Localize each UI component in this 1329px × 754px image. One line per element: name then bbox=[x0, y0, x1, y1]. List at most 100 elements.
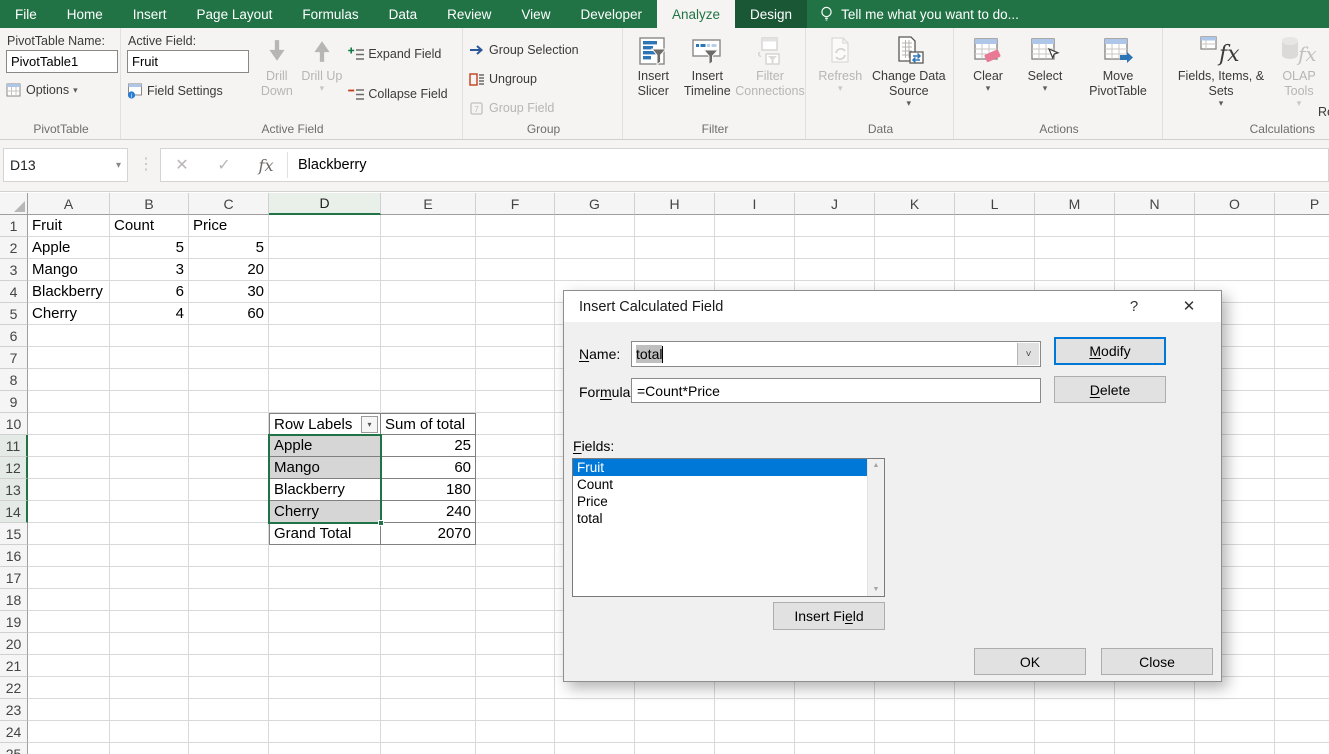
cell-E17[interactable] bbox=[381, 567, 476, 589]
cell-B11[interactable] bbox=[110, 435, 189, 457]
cell-C1[interactable]: Price bbox=[189, 215, 269, 237]
cell-D14[interactable]: Cherry bbox=[269, 501, 381, 523]
cell-B12[interactable] bbox=[110, 457, 189, 479]
cell-C2[interactable]: 5 bbox=[189, 237, 269, 259]
row-header-14[interactable]: 14 bbox=[0, 501, 28, 523]
cell-I3[interactable] bbox=[715, 259, 795, 281]
cell-F4[interactable] bbox=[476, 281, 555, 303]
name-box-caret-icon[interactable]: ▾ bbox=[116, 160, 121, 171]
cell-C22[interactable] bbox=[189, 677, 269, 699]
cell-D16[interactable] bbox=[269, 545, 381, 567]
dialog-close-icon[interactable]: ✕ bbox=[1172, 291, 1206, 321]
cell-F22[interactable] bbox=[476, 677, 555, 699]
cell-P6[interactable] bbox=[1275, 325, 1329, 347]
cell-F21[interactable] bbox=[476, 655, 555, 677]
cell-A25[interactable] bbox=[28, 743, 110, 754]
tab-review[interactable]: Review bbox=[432, 0, 506, 28]
cell-F7[interactable] bbox=[476, 347, 555, 369]
cell-M2[interactable] bbox=[1035, 237, 1115, 259]
column-header-N[interactable]: N bbox=[1115, 193, 1195, 215]
collapse-field-button[interactable]: Collapse Field bbox=[348, 83, 458, 105]
cell-H23[interactable] bbox=[635, 699, 715, 721]
row-header-3[interactable]: 3 bbox=[0, 259, 28, 281]
cell-A3[interactable]: Mango bbox=[28, 259, 110, 281]
cell-A20[interactable] bbox=[28, 633, 110, 655]
cell-P4[interactable] bbox=[1275, 281, 1329, 303]
column-header-A[interactable]: A bbox=[28, 193, 110, 215]
cell-E6[interactable] bbox=[381, 325, 476, 347]
cell-C16[interactable] bbox=[189, 545, 269, 567]
listbox-scrollbar[interactable]: ▲ ▼ bbox=[867, 459, 884, 596]
field-item-count[interactable]: Count bbox=[573, 476, 867, 493]
cell-B25[interactable] bbox=[110, 743, 189, 754]
cell-C14[interactable] bbox=[189, 501, 269, 523]
cell-F2[interactable] bbox=[476, 237, 555, 259]
cell-D22[interactable] bbox=[269, 677, 381, 699]
cell-N25[interactable] bbox=[1115, 743, 1195, 754]
cell-P20[interactable] bbox=[1275, 633, 1329, 655]
row-header-21[interactable]: 21 bbox=[0, 655, 28, 677]
cell-I23[interactable] bbox=[715, 699, 795, 721]
cell-D9[interactable] bbox=[269, 391, 381, 413]
row-header-25[interactable]: 25 bbox=[0, 743, 28, 754]
cell-P15[interactable] bbox=[1275, 523, 1329, 545]
cell-L25[interactable] bbox=[955, 743, 1035, 754]
cell-I1[interactable] bbox=[715, 215, 795, 237]
cell-F16[interactable] bbox=[476, 545, 555, 567]
cell-F19[interactable] bbox=[476, 611, 555, 633]
cell-D25[interactable] bbox=[269, 743, 381, 754]
cell-P25[interactable] bbox=[1275, 743, 1329, 754]
cell-C12[interactable] bbox=[189, 457, 269, 479]
cell-G24[interactable] bbox=[555, 721, 635, 743]
cell-A15[interactable] bbox=[28, 523, 110, 545]
cell-P10[interactable] bbox=[1275, 413, 1329, 435]
cell-A14[interactable] bbox=[28, 501, 110, 523]
cell-E23[interactable] bbox=[381, 699, 476, 721]
cell-F24[interactable] bbox=[476, 721, 555, 743]
cell-B16[interactable] bbox=[110, 545, 189, 567]
cell-N1[interactable] bbox=[1115, 215, 1195, 237]
column-header-B[interactable]: B bbox=[110, 193, 189, 215]
cell-P13[interactable] bbox=[1275, 479, 1329, 501]
cell-N2[interactable] bbox=[1115, 237, 1195, 259]
cell-B1[interactable]: Count bbox=[110, 215, 189, 237]
cell-D5[interactable] bbox=[269, 303, 381, 325]
cell-A1[interactable]: Fruit bbox=[28, 215, 110, 237]
cell-L3[interactable] bbox=[955, 259, 1035, 281]
row-header-8[interactable]: 8 bbox=[0, 369, 28, 391]
row-header-23[interactable]: 23 bbox=[0, 699, 28, 721]
name-box[interactable]: D13 ▾ bbox=[3, 148, 128, 182]
cell-J2[interactable] bbox=[795, 237, 875, 259]
cell-A11[interactable] bbox=[28, 435, 110, 457]
field-item-price[interactable]: Price bbox=[573, 493, 867, 510]
column-header-H[interactable]: H bbox=[635, 193, 715, 215]
row-header-2[interactable]: 2 bbox=[0, 237, 28, 259]
column-header-J[interactable]: J bbox=[795, 193, 875, 215]
cell-L23[interactable] bbox=[955, 699, 1035, 721]
cell-I25[interactable] bbox=[715, 743, 795, 754]
cell-C5[interactable]: 60 bbox=[189, 303, 269, 325]
field-settings-button[interactable]: i Field Settings bbox=[127, 80, 254, 102]
cell-P1[interactable] bbox=[1275, 215, 1329, 237]
cell-C25[interactable] bbox=[189, 743, 269, 754]
insert-slicer-button[interactable]: Insert Slicer bbox=[631, 31, 676, 99]
cell-E11[interactable]: 25 bbox=[381, 435, 476, 457]
tell-me-box[interactable]: Tell me what you want to do... bbox=[807, 0, 1031, 28]
cell-A12[interactable] bbox=[28, 457, 110, 479]
cell-B6[interactable] bbox=[110, 325, 189, 347]
cell-E12[interactable]: 60 bbox=[381, 457, 476, 479]
cell-A19[interactable] bbox=[28, 611, 110, 633]
cell-P16[interactable] bbox=[1275, 545, 1329, 567]
scroll-down-icon[interactable]: ▼ bbox=[873, 586, 880, 593]
cell-G23[interactable] bbox=[555, 699, 635, 721]
row-header-5[interactable]: 5 bbox=[0, 303, 28, 325]
cell-N23[interactable] bbox=[1115, 699, 1195, 721]
cell-A24[interactable] bbox=[28, 721, 110, 743]
column-header-E[interactable]: E bbox=[381, 193, 476, 215]
cell-B14[interactable] bbox=[110, 501, 189, 523]
change-data-source-button[interactable]: Change Data Source ▾ bbox=[869, 31, 949, 108]
cell-A7[interactable] bbox=[28, 347, 110, 369]
select-all-corner[interactable] bbox=[0, 193, 28, 215]
cell-E1[interactable] bbox=[381, 215, 476, 237]
cell-C7[interactable] bbox=[189, 347, 269, 369]
